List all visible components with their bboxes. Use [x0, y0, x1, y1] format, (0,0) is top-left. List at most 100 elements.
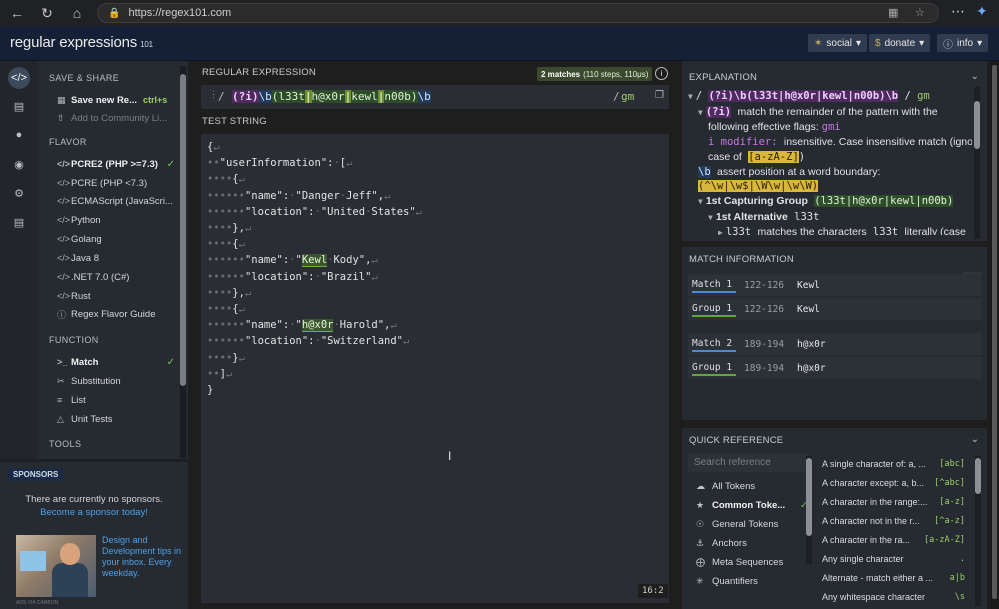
flavor-rust[interactable]: </> Rust: [57, 287, 177, 305]
no-sponsors-text: There are currently no sponsors.: [25, 494, 163, 505]
reference-token-item[interactable]: Any whitespace character \s: [822, 587, 967, 606]
group-row[interactable]: Group 1 189-194 h@x0r: [688, 357, 982, 379]
flavor-golang[interactable]: </> Golang: [57, 230, 177, 248]
flavor-pcre2[interactable]: </> PCRE2 (PHP >=7.3) ✓: [57, 155, 177, 173]
function-substitution[interactable]: ✂ Substitution: [57, 372, 177, 390]
regex-flavor-guide-link[interactable]: ⓘ Regex Flavor Guide: [57, 305, 177, 323]
copilot-icon[interactable]: ✦: [976, 3, 988, 20]
regex-open-delimiter: /: [218, 90, 225, 103]
reference-token-code: a|b: [949, 572, 965, 583]
function-list[interactable]: ≡ List: [57, 391, 177, 409]
search-reference-input[interactable]: Search reference: [688, 454, 808, 472]
url-text: https://regex101.com: [128, 7, 232, 19]
x-circle-icon: ⨁: [696, 556, 705, 567]
code-editor-icon[interactable]: </>: [8, 67, 30, 89]
reference-token-description: A character not in the r...: [822, 515, 920, 526]
category-quantifiers[interactable]: ✳ Quantifiers: [696, 572, 808, 590]
reference-token-item[interactable]: Alternate - match either a ... a|b: [822, 568, 967, 587]
group-row[interactable]: Group 1 122-126 Kewl: [688, 298, 982, 320]
reference-token-item[interactable]: A character in the range:... [a-z]: [822, 492, 967, 511]
back-icon[interactable]: ←: [6, 2, 28, 24]
info-button[interactable]: ⓘ info ▾: [937, 34, 989, 52]
reference-token-code: [abc]: [939, 458, 965, 469]
category-anchors[interactable]: ⚓ Anchors: [696, 534, 808, 552]
flavor-pcre[interactable]: </> PCRE (PHP <7.3): [57, 174, 177, 192]
explanation-scrollbar[interactable]: [974, 87, 980, 239]
ad-text-link[interactable]: Design and Development tips in your inbo…: [102, 535, 184, 579]
drag-handle-icon[interactable]: ⋮: [209, 90, 218, 100]
flask-icon: △: [57, 413, 64, 424]
editor-panel: REGULAR EXPRESSION 2 matches (110 steps, …: [195, 61, 677, 609]
expand-triangle-icon[interactable]: ▶: [718, 228, 723, 235]
save-new-regex-button[interactable]: ▦ Save new Re... ctrl+s: [57, 91, 177, 109]
match-row[interactable]: Match 2 189-194 h@x0r: [688, 333, 982, 355]
regex-flags-button[interactable]: gm: [621, 90, 634, 103]
reload-icon[interactable]: ↻: [36, 2, 58, 24]
category-general-tokens[interactable]: ☉ General Tokens: [696, 515, 808, 533]
donate-button[interactable]: $ donate ▾: [869, 34, 931, 52]
account-icon[interactable]: ●: [8, 124, 30, 146]
function-match[interactable]: >_ Match ✓: [57, 353, 177, 371]
home-icon[interactable]: ⌂: [66, 2, 88, 24]
check-icon: ✓: [166, 158, 175, 170]
text-cursor-icon: I: [448, 449, 452, 463]
regex-info-icon[interactable]: i: [655, 67, 668, 80]
logo[interactable]: regular expressions 101: [10, 34, 153, 51]
category-scrollbar[interactable]: [806, 456, 812, 564]
social-icon: ✶: [814, 37, 823, 49]
library-icon[interactable]: ▤: [8, 95, 30, 117]
more-options-icon[interactable]: ⋯: [951, 3, 965, 20]
regex-input[interactable]: (?i)\b(l33t|h@x0r|kewl|n00b)\b: [232, 90, 431, 103]
reference-token-description: A character in the ra...: [822, 534, 911, 545]
left-sidebar: SAVE & SHARE ▦ Save new Re... ctrl+s ⇧ Add …: [38, 61, 188, 459]
reference-token-item[interactable]: A character in the ra... [a-zA-Z]: [822, 530, 967, 549]
circle-dot-icon: ☉: [696, 518, 705, 529]
address-bar[interactable]: 🔒 https://regex101.com ▦ ☆: [97, 3, 939, 23]
sidebar-scrollbar[interactable]: [180, 66, 186, 458]
upload-icon: ⇧: [57, 112, 65, 123]
chat-icon[interactable]: ▤: [8, 211, 30, 233]
flavor-dotnet[interactable]: </> .NET 7.0 (C#): [57, 268, 177, 286]
become-sponsor-link[interactable]: Become a sponsor today!: [0, 507, 188, 518]
social-button[interactable]: ✶ social ▾: [808, 34, 867, 52]
chevron-down-icon[interactable]: ⌄: [971, 434, 979, 445]
collapse-triangle-icon[interactable]: ▼: [688, 92, 693, 101]
reference-token-item[interactable]: A character not in the r... [^a-z]: [822, 511, 967, 530]
code-icon: </>: [57, 272, 71, 282]
tools-heading: TOOLS: [49, 439, 82, 449]
settings-gear-icon[interactable]: ⚙: [8, 182, 30, 204]
flavor-java[interactable]: </> Java 8: [57, 249, 177, 267]
regex-section-title: REGULAR EXPRESSION: [202, 67, 316, 78]
collapse-triangle-icon[interactable]: ▼: [708, 213, 713, 222]
flavor-ecmascript[interactable]: </> ECMAScript (JavaScri...: [57, 192, 177, 210]
apps-icon[interactable]: ▦: [888, 6, 898, 19]
terminal-icon: >_: [57, 357, 68, 367]
test-string-editor[interactable]: {↵ ••"userInformation":·[↵ ••••{↵ ••••••…: [201, 134, 669, 603]
category-common-tokens[interactable]: ★ Common Toke... ✓: [696, 496, 808, 514]
add-to-community-button[interactable]: ⇧ Add to Community Li...: [57, 109, 177, 127]
category-all-tokens[interactable]: ☁ All Tokens: [696, 477, 808, 495]
code-icon: </>: [57, 291, 71, 301]
help-icon: ⓘ: [57, 309, 67, 320]
reference-token-item[interactable]: A single character of: a, ... [abc]: [822, 454, 967, 473]
regex-input-box[interactable]: ⋮ / (?i)\b(l33t|h@x0r|kewl|n00b)\b / gm …: [201, 85, 669, 109]
match-row[interactable]: Match 1 122-126 Kewl: [688, 274, 982, 296]
reference-token-item[interactable]: A character except: a, b... [^abc]: [822, 473, 967, 492]
token-list-scrollbar[interactable]: [975, 456, 981, 606]
collapse-triangle-icon[interactable]: ▼: [698, 197, 703, 206]
quick-reference-title: QUICK REFERENCE: [689, 435, 784, 446]
flavor-python[interactable]: </> Python: [57, 211, 177, 229]
discord-icon[interactable]: ◉: [8, 153, 30, 175]
category-meta-sequences[interactable]: ⨁ Meta Sequences: [696, 553, 808, 571]
ad-credit[interactable]: ADS VIA CARBON: [16, 600, 58, 606]
page-scrollbar[interactable]: [990, 61, 999, 609]
test-string-text[interactable]: {↵ ••"userInformation":·[↵ ••••{↵ ••••••…: [207, 139, 422, 398]
copy-icon[interactable]: ❐: [655, 90, 664, 101]
collapse-triangle-icon[interactable]: ▼: [698, 108, 703, 117]
favorite-star-icon[interactable]: ☆: [915, 6, 925, 19]
reference-token-description: A single character of: a, ...: [822, 458, 927, 469]
ad-image[interactable]: [16, 535, 96, 597]
reference-token-item[interactable]: Any single character.: [822, 549, 967, 568]
chevron-down-icon[interactable]: ⌄: [971, 71, 979, 82]
function-unit-tests[interactable]: △ Unit Tests: [57, 410, 177, 428]
